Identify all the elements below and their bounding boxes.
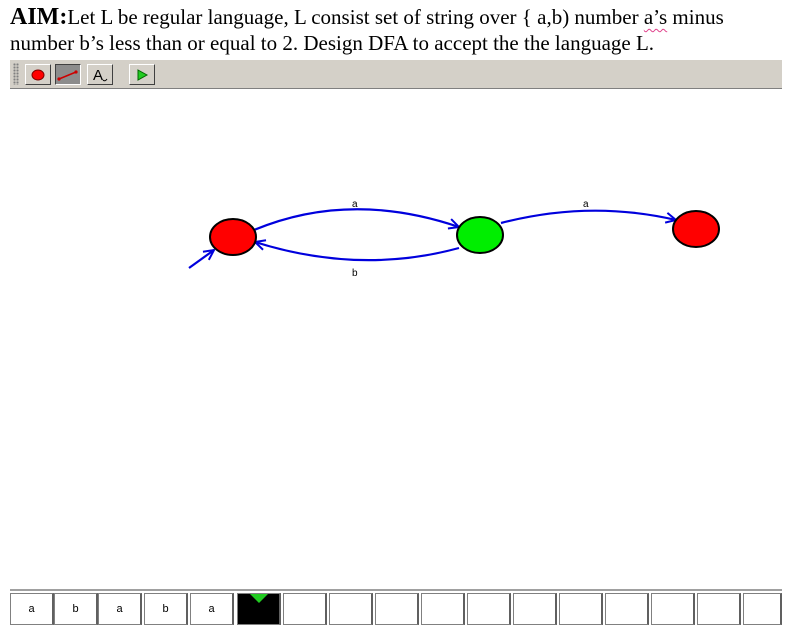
toolbar-grip[interactable] [13, 63, 19, 85]
label-tool-button[interactable]: A [87, 64, 113, 85]
transition-q0-q1-label: a [352, 199, 358, 210]
aim-text-part1: Let L be regular language, L consist set… [67, 5, 644, 29]
input-tape: a b a b a [10, 589, 782, 625]
transition-q0-q1[interactable] [253, 208, 459, 232]
tape-cell[interactable]: a [10, 593, 54, 625]
tape-cell[interactable]: b [54, 593, 98, 625]
transition-q1-q0-label: b [352, 268, 358, 279]
state-q2[interactable] [672, 210, 720, 248]
run-tool-button[interactable] [129, 64, 155, 85]
tape-cell[interactable] [559, 593, 603, 625]
state-q1[interactable] [456, 216, 504, 254]
transition-q1-q2-label: a [583, 199, 589, 210]
diagram-canvas[interactable]: a b a [0, 90, 788, 588]
tape-cell[interactable]: a [98, 593, 142, 625]
tape-cell[interactable] [329, 593, 373, 625]
transition-q1-q2[interactable] [500, 209, 676, 225]
tape-cell[interactable] [697, 593, 741, 625]
tape-cell[interactable] [743, 593, 782, 625]
aim-text-spellcheck: a’s [643, 5, 668, 29]
tape-cell[interactable] [421, 593, 465, 625]
tape-cell[interactable]: b [144, 593, 188, 625]
tape-cell[interactable] [375, 593, 419, 625]
aim-statement: AIM:Let L be regular language, L consist… [10, 4, 780, 56]
tape-cell[interactable] [513, 593, 557, 625]
tape-cell[interactable] [283, 593, 327, 625]
state-q0[interactable] [209, 218, 257, 256]
text-a-icon: A [93, 67, 108, 83]
transition-q1-q0[interactable] [255, 242, 460, 262]
transition-tool-button[interactable] [55, 64, 81, 85]
toolbar: A [10, 59, 782, 89]
dfa-diagram[interactable]: a b a [0, 90, 788, 588]
tape-cell[interactable]: a [190, 593, 234, 625]
state-tool-button[interactable] [25, 64, 51, 85]
arrow-line-icon [57, 69, 78, 81]
tape-head-cell[interactable] [237, 593, 281, 625]
red-circle-icon [31, 69, 45, 80]
tape-cell[interactable] [467, 593, 511, 625]
tape-cell[interactable] [605, 593, 649, 625]
green-play-icon [137, 68, 149, 81]
aim-label: AIM: [10, 4, 68, 30]
tape-head-marker-icon [249, 594, 268, 603]
svg-text:A: A [93, 67, 103, 83]
tape-cell[interactable] [651, 593, 695, 625]
initial-arrow [188, 250, 214, 269]
